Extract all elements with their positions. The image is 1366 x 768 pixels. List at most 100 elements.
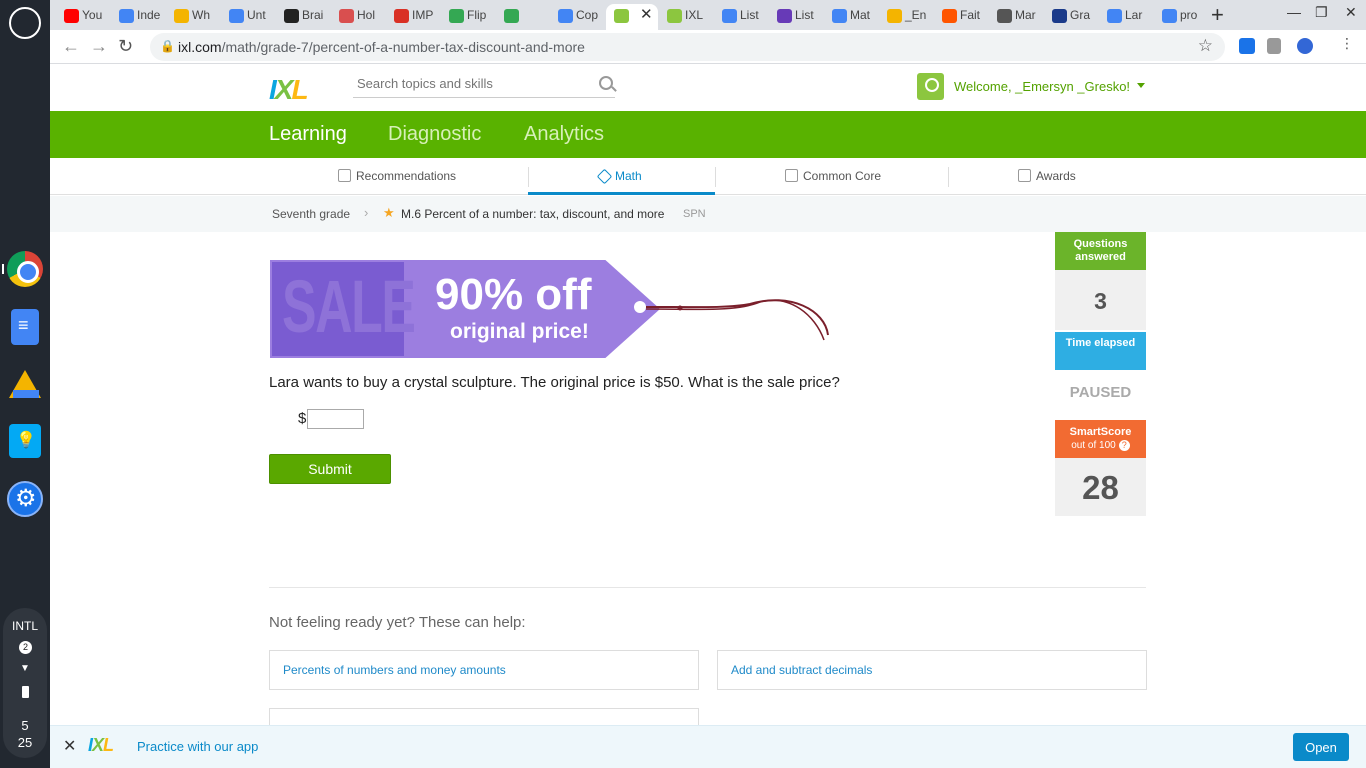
- tab-label: List: [795, 8, 814, 22]
- battery-icon: [22, 686, 29, 698]
- answer-input[interactable]: [307, 409, 364, 429]
- tab-math[interactable]: Math: [596, 168, 642, 185]
- nav-analytics[interactable]: Analytics: [524, 123, 604, 146]
- help-title: Not feeling ready yet? These can help:: [269, 614, 526, 631]
- tab-common-core-label: Common Core: [803, 169, 882, 183]
- close-window-icon[interactable]: ✕: [1345, 4, 1357, 21]
- tab[interactable]: [496, 4, 551, 30]
- drive-app-icon[interactable]: [7, 366, 43, 402]
- tab-favicon-icon: [942, 9, 957, 23]
- reload-icon[interactable]: ↻: [118, 36, 133, 57]
- tab[interactable]: Hol: [331, 4, 386, 30]
- extension-globe-icon[interactable]: [1297, 38, 1313, 54]
- help-link-card[interactable]: Percents of numbers and money amounts: [269, 650, 699, 690]
- tab-label: List: [740, 8, 759, 22]
- tab-awards[interactable]: Awards: [1018, 169, 1076, 183]
- tab-recommendations[interactable]: Recommendations: [338, 169, 456, 183]
- divider: [528, 167, 529, 187]
- submit-button[interactable]: Submit: [269, 454, 391, 484]
- launcher-button[interactable]: [9, 7, 41, 39]
- settings-app-icon[interactable]: [7, 481, 43, 517]
- tab[interactable]: Flip: [441, 4, 496, 30]
- sale-tag-discount: 90% off: [435, 270, 592, 319]
- app-banner-text[interactable]: Practice with our app: [137, 739, 258, 754]
- awards-icon: [1018, 169, 1031, 182]
- help-icon[interactable]: ?: [1118, 440, 1130, 451]
- search-icon[interactable]: [599, 76, 613, 90]
- tab-recommendations-label: Recommendations: [356, 169, 457, 183]
- star-icon[interactable]: ★: [383, 205, 395, 221]
- keep-app-icon[interactable]: [9, 424, 41, 458]
- bookmark-star-icon[interactable]: ☆: [1198, 36, 1213, 56]
- new-tab-button[interactable]: +: [1211, 2, 1224, 28]
- tab[interactable]: You: [56, 4, 111, 30]
- system-tray[interactable]: INTL 2 ▼ 5 25: [3, 608, 47, 758]
- open-app-button[interactable]: Open: [1293, 733, 1349, 761]
- address-bar[interactable]: 🔒 ixl.com/math/grade-7/percent-of-a-numb…: [150, 33, 1225, 61]
- tab[interactable]: Mat: [824, 4, 879, 30]
- tab-label: Mat: [850, 8, 871, 22]
- recommendations-icon: [338, 169, 351, 182]
- help-link-card[interactable]: Add and subtract decimals: [717, 650, 1147, 690]
- restore-icon[interactable]: ❐: [1315, 4, 1328, 21]
- nav-learning[interactable]: Learning: [269, 123, 347, 165]
- tab[interactable]: pro: [1154, 4, 1209, 30]
- chevron-down-icon[interactable]: [1137, 83, 1145, 88]
- tab-close-icon[interactable]: ✕: [640, 4, 653, 26]
- url-text[interactable]: ixl.com/math/grade-7/percent-of-a-number…: [178, 39, 585, 55]
- tab-favicon-icon: [339, 9, 354, 23]
- common-core-icon: [785, 169, 798, 182]
- search-input[interactable]: [353, 74, 583, 93]
- wifi-icon: ▼: [20, 663, 30, 674]
- tab[interactable]: Gra: [1044, 4, 1099, 30]
- tab-active[interactable]: ✕: [606, 4, 658, 30]
- forward-icon[interactable]: →: [90, 36, 108, 57]
- nav-diagnostic[interactable]: Diagnostic: [388, 123, 481, 146]
- tab[interactable]: IMP: [386, 4, 441, 30]
- avatar[interactable]: [917, 73, 944, 100]
- notification-count-badge: 2: [19, 641, 32, 654]
- tab[interactable]: List: [769, 4, 824, 30]
- back-icon[interactable]: ←: [62, 36, 80, 57]
- ixl-logo[interactable]: IXL: [269, 74, 309, 106]
- tab-label: You: [82, 8, 103, 22]
- tab-label: Lar: [1125, 8, 1143, 22]
- tab[interactable]: Lar: [1099, 4, 1154, 30]
- extension-tools-icon[interactable]: [1267, 38, 1281, 54]
- tab-label: Brai: [302, 8, 324, 22]
- tab-common-core[interactable]: Common Core: [785, 169, 881, 183]
- tab[interactable]: Mar: [989, 4, 1044, 30]
- chrome-app-icon[interactable]: [7, 251, 43, 287]
- section-divider: [269, 587, 1146, 588]
- close-icon[interactable]: ✕: [63, 736, 76, 756]
- tab-favicon-icon: [1107, 9, 1122, 23]
- tab[interactable]: Inde: [111, 4, 166, 30]
- app-banner: ✕ IXL Practice with our app Open: [50, 725, 1366, 768]
- search-box: [353, 74, 615, 98]
- time-elapsed-label: Time elapsed: [1055, 332, 1146, 370]
- tab[interactable]: Wh: [166, 4, 221, 30]
- tab[interactable]: Fait: [934, 4, 989, 30]
- running-indicator: [2, 264, 4, 274]
- tab-label: Hol: [357, 8, 376, 22]
- tab[interactable]: IXL: [659, 4, 714, 30]
- tab[interactable]: Unt: [221, 4, 276, 30]
- divider: [948, 167, 949, 187]
- extension-c-icon[interactable]: [1239, 38, 1255, 54]
- tab-favicon-icon: [174, 9, 189, 23]
- tab[interactable]: Brai: [276, 4, 331, 30]
- minimize-icon[interactable]: —: [1287, 4, 1301, 20]
- sale-tag-subtitle: original price!: [450, 320, 589, 343]
- tab[interactable]: Cop: [550, 4, 605, 30]
- smartscore-label: SmartScore: [1069, 426, 1132, 438]
- docs-app-icon[interactable]: [11, 309, 39, 345]
- welcome-text[interactable]: Welcome, _Emersyn _Gresko!: [954, 79, 1130, 94]
- tab-favicon-icon: [449, 9, 464, 23]
- ixl-logo: IXL: [88, 735, 114, 755]
- browser-menu-icon[interactable]: ⋮: [1340, 35, 1356, 51]
- tab[interactable]: _En: [879, 4, 934, 30]
- breadcrumb-grade[interactable]: Seventh grade: [272, 207, 350, 221]
- tab-label: Inde: [137, 8, 161, 22]
- tab-label: Unt: [247, 8, 266, 22]
- tab[interactable]: List: [714, 4, 769, 30]
